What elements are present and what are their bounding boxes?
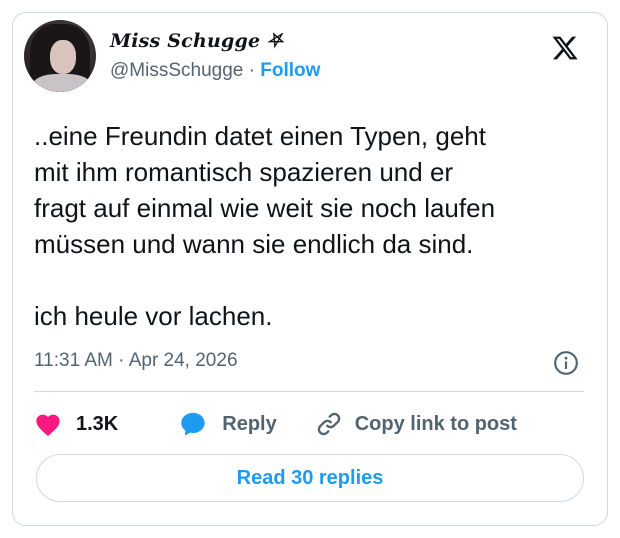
x-logo-icon[interactable]	[550, 34, 580, 62]
tweet-text: ..eine Freundin datet einen Typen, geht …	[34, 121, 496, 331]
handle-separator: ·	[243, 60, 261, 81]
read-replies-button[interactable]: Read 30 replies	[36, 454, 584, 502]
action-bar: 1.3K Reply Copy link to post	[34, 408, 517, 440]
speech-bubble-icon	[181, 412, 205, 436]
like-button[interactable]: 1.3K	[34, 411, 118, 437]
author-avatar[interactable]	[24, 20, 96, 92]
heart-icon	[36, 414, 60, 437]
display-name-glyph: ⛧	[267, 30, 283, 52]
info-icon[interactable]	[553, 350, 579, 376]
like-count: 1.3K	[76, 412, 119, 435]
reply-label: Reply	[222, 412, 277, 435]
author-display-name[interactable]: Miss Schugge ⛧	[110, 30, 282, 52]
link-icon	[317, 412, 340, 436]
copy-link-label: Copy link to post	[354, 412, 517, 435]
reply-button[interactable]: Reply	[178, 410, 277, 438]
tweet-timestamp[interactable]: 11:31 AM · Apr 24, 2026	[34, 350, 238, 372]
follow-button[interactable]: Follow	[260, 60, 320, 81]
divider	[34, 391, 584, 392]
author-handle[interactable]: @MissSchugge	[110, 60, 243, 81]
copy-link-button[interactable]: Copy link to post	[315, 410, 517, 438]
author-handle-row: @MissSchugge · Follow	[110, 60, 320, 82]
